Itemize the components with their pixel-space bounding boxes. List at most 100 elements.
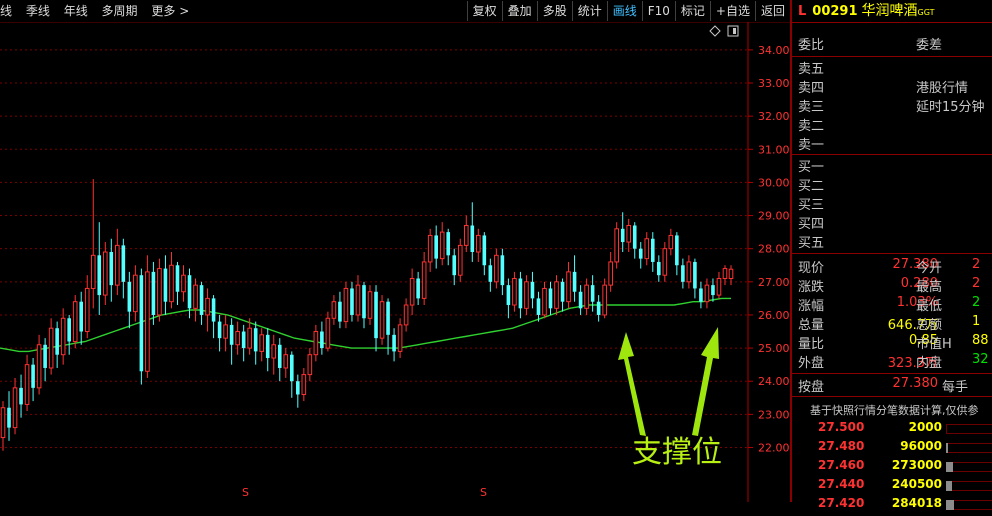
tick-price: 27.480 — [818, 439, 865, 453]
candle-body — [494, 254, 499, 283]
candle-body — [421, 261, 427, 299]
period-item-year[interactable]: 年线 — [64, 4, 88, 18]
candle-body — [668, 234, 674, 250]
candle-body — [590, 285, 595, 302]
candle-body — [632, 225, 637, 249]
candle-body — [338, 301, 342, 322]
candle — [675, 232, 679, 276]
candle — [331, 295, 337, 325]
candle — [536, 291, 541, 322]
candle-body — [512, 278, 517, 306]
buy-level-3: 买三 — [798, 198, 825, 213]
candle — [350, 281, 354, 322]
sell-level-3: 卖三 — [798, 100, 825, 115]
candle — [139, 268, 144, 385]
candle — [325, 311, 331, 352]
period-item-quarter[interactable]: 季线 — [26, 4, 50, 18]
draw-line-button[interactable]: 画线 — [606, 1, 642, 21]
tick-row: 27.460 273000 — [792, 458, 992, 478]
candle — [584, 278, 589, 315]
kline-chart[interactable]: 34.00 33.00 32.00 31.00 30.00 29.00 28.00 27.00… — [0, 22, 790, 502]
candle — [223, 314, 228, 352]
candle-body — [12, 387, 18, 429]
tick-volume-bar — [946, 443, 948, 453]
candle — [145, 255, 150, 378]
candle — [205, 288, 210, 332]
candle-body — [55, 328, 59, 355]
candle-body — [127, 281, 132, 312]
candle — [470, 202, 475, 262]
mark-button[interactable]: 标记 — [674, 1, 710, 21]
candle-body — [350, 288, 354, 315]
tick-volume: 96000 — [900, 439, 942, 453]
f10-button[interactable]: F10 — [641, 1, 675, 21]
diamond-icon[interactable] — [709, 25, 721, 37]
tick-volume: 2000 — [908, 420, 942, 434]
back-button[interactable]: 返回 — [754, 1, 790, 21]
y-tick-label: 26.00 — [758, 309, 790, 322]
an-pan-label: 按盘 — [798, 380, 825, 395]
tick-volume-bar — [946, 481, 952, 491]
lot-size-label: 每手 — [942, 380, 969, 395]
sell-level-4: 卖四 — [798, 81, 825, 96]
candle-body — [452, 255, 457, 276]
candle — [296, 374, 300, 408]
candle — [650, 232, 655, 272]
candle-body — [265, 334, 270, 359]
candle-body — [524, 281, 529, 309]
candle — [590, 275, 595, 312]
candle-body — [367, 291, 373, 319]
candle-body — [283, 354, 289, 369]
tick-row: 27.500 2000 — [792, 420, 992, 440]
candle-body — [463, 224, 469, 246]
period-item-more[interactable]: 更多 > — [151, 4, 189, 18]
candle — [102, 242, 108, 306]
quote-value-inner: 32 — [972, 352, 989, 367]
candle — [19, 374, 23, 418]
candle-body — [620, 228, 625, 243]
period-item-line[interactable]: 线 — [0, 4, 12, 18]
kline-chart-svg[interactable]: 34.00 33.00 32.00 31.00 30.00 29.00 28.00 27.00… — [0, 22, 790, 502]
candle-body — [530, 281, 535, 299]
candle-body — [247, 327, 252, 349]
candle-body — [320, 331, 324, 349]
add-watchlist-button[interactable]: +自选 — [709, 1, 755, 21]
overlay-button[interactable]: 叠加 — [501, 1, 537, 21]
candle-body — [296, 381, 300, 395]
candle-body — [193, 284, 198, 309]
candle-body — [686, 261, 692, 283]
candle-body — [307, 354, 313, 376]
toolbar-buttons: 复权 叠加 多股 统计 画线 F10 标记 +自选 返回 — [466, 1, 790, 21]
candle — [608, 252, 613, 292]
candle-body — [470, 225, 475, 252]
statistics-button[interactable]: 统计 — [571, 1, 607, 21]
candle-body — [109, 252, 114, 286]
candle — [343, 281, 349, 329]
candle-body — [235, 331, 240, 346]
period-item-multi[interactable]: 多周期 — [102, 4, 138, 18]
quote-label-outer: 外盘 — [798, 356, 825, 371]
candle — [362, 281, 366, 329]
candle-body — [97, 255, 102, 296]
candle-body — [596, 301, 601, 315]
candle — [265, 328, 270, 372]
candle — [421, 252, 427, 306]
candle-body — [19, 387, 23, 405]
candle — [397, 318, 403, 359]
buy-level-5: 买五 — [798, 236, 825, 251]
candle-body — [211, 298, 216, 322]
y-tick-label: 33.00 — [758, 77, 790, 90]
candle-body — [169, 264, 174, 303]
multi-stock-button[interactable]: 多股 — [536, 1, 572, 21]
candle — [566, 261, 571, 309]
candle-body — [518, 278, 523, 309]
candle — [217, 314, 222, 352]
candle — [127, 271, 132, 329]
candle-body — [693, 261, 697, 289]
candle — [686, 255, 692, 289]
candle-body — [506, 285, 511, 306]
candle — [181, 265, 186, 302]
candle — [115, 228, 120, 296]
fuquan-button[interactable]: 复权 — [466, 1, 502, 21]
candle — [283, 348, 289, 378]
